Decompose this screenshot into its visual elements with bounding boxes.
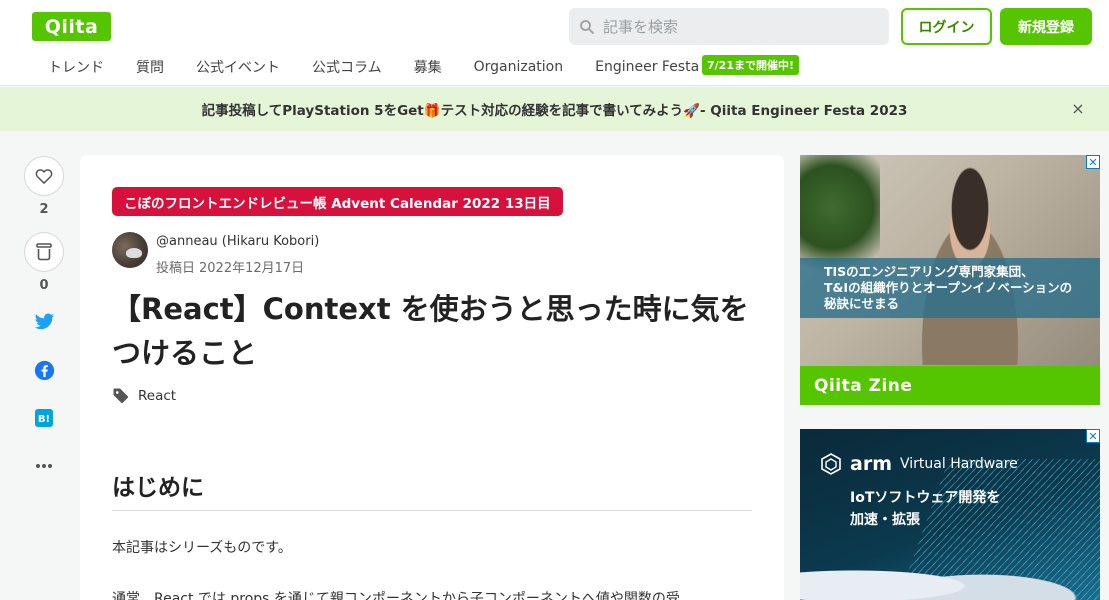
more-button[interactable]: [24, 454, 64, 478]
search-input[interactable]: [603, 17, 873, 36]
close-icon[interactable]: ×: [1069, 99, 1087, 118]
qiita-zine-logo: Qiita Zine: [800, 366, 1100, 405]
share-facebook[interactable]: [24, 358, 64, 382]
nav-item-official-events[interactable]: 公式イベント: [180, 57, 296, 77]
arm-product: Virtual Hardware: [900, 456, 1018, 472]
tag-react[interactable]: React: [138, 388, 176, 404]
nav-item-official-columns[interactable]: 公式コラム: [296, 57, 398, 77]
search-box[interactable]: [569, 8, 889, 45]
author-name[interactable]: @anneau (Hikaru Kobori): [156, 234, 319, 249]
heart-icon: [35, 169, 53, 184]
ad-close-icon[interactable]: ✕: [1086, 429, 1100, 443]
arm-ad-line: IoTソフトウェア開発を: [850, 490, 1001, 506]
ad-close-icon[interactable]: ✕: [1086, 155, 1100, 169]
ad-caption-line: TISのエンジニアリング専門家集団、: [824, 264, 1034, 279]
nav-item-trend[interactable]: トレンド: [32, 57, 120, 77]
arm-chip-icon: [821, 453, 841, 475]
like-count: 2: [39, 202, 49, 217]
ad-caption: TISのエンジニアリング専門家集団、 T&Iの組織作りとオープンイノベーションの…: [800, 258, 1100, 318]
like-button[interactable]: [24, 156, 64, 196]
ad-caption-line: T&Iの組織作りとオープンイノベーションの: [824, 280, 1073, 295]
article-paragraph: 本記事はシリーズものです。: [112, 540, 292, 556]
nav-item-organization[interactable]: Organization: [458, 59, 580, 75]
hatena-bookmark-icon: B!: [35, 409, 53, 427]
share-twitter[interactable]: [24, 310, 64, 334]
login-button[interactable]: ログイン: [901, 8, 992, 45]
signup-button[interactable]: 新規登録: [1000, 8, 1092, 45]
tag-list: React: [112, 387, 176, 405]
posted-date: 投稿日 2022年12月17日: [156, 257, 308, 276]
tag-icon: [112, 387, 130, 405]
ad-cloud-image: [800, 550, 1100, 600]
stock-button[interactable]: [24, 232, 64, 272]
facebook-icon: [34, 360, 54, 380]
announcement-banner[interactable]: 記事投稿してPlayStation 5をGet🎁テスト対応の経験を記事で書いてみ…: [0, 87, 1109, 131]
event-badge: 7/21まで開催中!: [702, 55, 799, 75]
twitter-icon: [34, 313, 54, 330]
nav-item-questions[interactable]: 質問: [120, 57, 180, 77]
more-icon: [36, 464, 52, 468]
share-hatena[interactable]: B!: [24, 406, 64, 430]
nav-item-engineer-festa[interactable]: Engineer Festa: [579, 59, 715, 75]
qiita-zine-ad[interactable]: TISのエンジニアリング専門家集団、 T&Iの組織作りとオープンイノベーションの…: [800, 155, 1100, 405]
posted-date-value: 2022年12月17日: [199, 261, 305, 276]
article-card: こぼのフロントエンドレビュー帳 Advent Calendar 2022 13日…: [80, 155, 784, 600]
arm-ad-copy: IoTソフトウェア開発を 加速・拡張: [850, 487, 1000, 531]
arm-brand: arm: [850, 453, 892, 475]
arm-ad-line: 加速・拡張: [850, 512, 920, 528]
stock-icon: [36, 243, 52, 261]
article-paragraph: 通常、React では props を通じて親コンポーネントから子コンポーネント…: [112, 591, 680, 600]
article-title: 【React】Context を使おうと思った時に気をつけること: [112, 292, 749, 370]
author-avatar[interactable]: [112, 232, 148, 268]
nav-item-recruitment[interactable]: 募集: [398, 57, 458, 77]
ad-caption-line: 秘訣にせまる: [824, 296, 900, 311]
svg-text:B!: B!: [38, 414, 50, 425]
qiita-logo[interactable]: Qiita: [32, 12, 111, 41]
main-nav: トレンド 質問 公式イベント 公式コラム 募集 Organization Eng…: [32, 52, 799, 82]
search-icon: [579, 19, 595, 35]
article-actions: 2 0 B!: [24, 156, 64, 478]
site-header: Qiita ログイン 新規登録 トレンド 質問 公式イベント 公式コラム 募集 …: [0, 0, 1109, 86]
arm-ad[interactable]: arm Virtual Hardware IoTソフトウェア開発を 加速・拡張 …: [800, 429, 1100, 600]
stock-count: 0: [39, 278, 49, 293]
banner-text[interactable]: 記事投稿してPlayStation 5をGet🎁テスト対応の経験を記事で書いてみ…: [202, 99, 908, 119]
arm-logo: arm Virtual Hardware: [820, 453, 1018, 475]
posted-label: 投稿日: [156, 261, 196, 276]
section-heading: はじめに: [112, 468, 752, 511]
advent-calendar-badge[interactable]: こぼのフロントエンドレビュー帳 Advent Calendar 2022 13日…: [112, 187, 563, 216]
